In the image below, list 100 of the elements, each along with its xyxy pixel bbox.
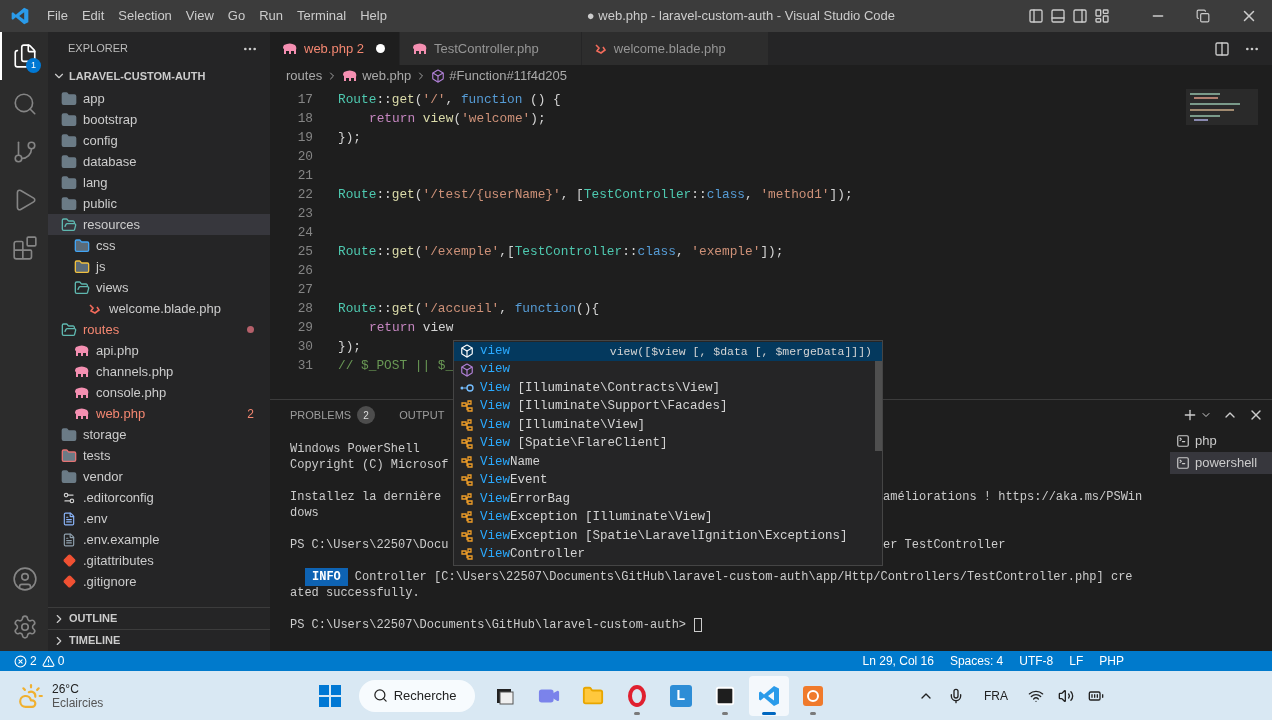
- menu-item[interactable]: View: [178, 6, 221, 26]
- tree-root[interactable]: LARAVEL-CUSTOM-AUTH: [48, 65, 270, 87]
- line-number: 20: [296, 147, 313, 166]
- tree-item[interactable]: lang: [48, 172, 270, 193]
- taskbar-search[interactable]: Recherche: [358, 679, 475, 712]
- suggestion-item[interactable]: View [Illuminate\Support\Facades]: [454, 397, 882, 416]
- windows-logo-icon[interactable]: [318, 684, 341, 707]
- menu-item[interactable]: Help: [353, 6, 394, 26]
- tree-item[interactable]: welcome.blade.php: [48, 298, 270, 319]
- menu-item[interactable]: File: [40, 6, 75, 26]
- suggestion-item[interactable]: ViewName: [454, 453, 882, 472]
- code-line: return view: [369, 318, 454, 337]
- suggestion-detail: view([$view [, $data [, $mergeData]]]): [609, 343, 872, 360]
- suggestion-item[interactable]: View [Illuminate\Contracts\View]: [454, 379, 882, 398]
- ring-icon: [625, 684, 648, 707]
- tree-item[interactable]: tests: [48, 445, 270, 466]
- app-letter: L: [669, 684, 692, 707]
- status-item[interactable]: UTF-8: [1011, 652, 1062, 670]
- suggestion-item[interactable]: ViewController: [454, 545, 882, 564]
- tree-item[interactable]: web.php 2: [48, 403, 270, 424]
- problems-status[interactable]: 2 0: [14, 652, 65, 670]
- tree-item[interactable]: console.php: [48, 382, 270, 403]
- suggestion-item[interactable]: view: [454, 360, 882, 379]
- menu-item[interactable]: Edit: [74, 6, 112, 26]
- status-item[interactable]: PHP: [1091, 652, 1132, 670]
- elephant-icon: [282, 42, 298, 55]
- menu-item[interactable]: Run: [252, 6, 290, 26]
- tree-item[interactable]: channels.php: [48, 361, 270, 382]
- count-badge: 1: [26, 58, 41, 73]
- terminal-list-item[interactable]: powershell: [1170, 452, 1272, 474]
- tree-item[interactable]: storage: [48, 424, 270, 445]
- sidebar-title: EXPLORER: [68, 41, 128, 57]
- tree-item[interactable]: bootstrap: [48, 109, 270, 130]
- diamond-icon: [62, 575, 76, 588]
- status-item[interactable]: LF: [1061, 652, 1092, 670]
- class-icon: [460, 437, 474, 451]
- panel-tab[interactable]: OUTPUT: [399, 406, 445, 424]
- status-item[interactable]: Ln 29, Col 16: [854, 652, 942, 670]
- folder-icon: [61, 111, 77, 128]
- file-icon: [62, 511, 76, 526]
- suggestion-item[interactable]: view view([$view [, $data [, $mergeData]]]): [454, 342, 882, 361]
- tree-item[interactable]: public: [48, 193, 270, 214]
- panel-right-icon[interactable]: [1072, 8, 1088, 24]
- tree-item[interactable]: .env: [48, 508, 270, 529]
- sidebar-section[interactable]: OUTLINE: [48, 607, 270, 629]
- suggestion-item[interactable]: ViewException [Illuminate\View]: [454, 508, 882, 527]
- suggestion-item[interactable]: View [Illuminate\View]: [454, 416, 882, 435]
- editor-tab[interactable]: web.php 2: [270, 32, 400, 65]
- editor-tab[interactable]: welcome.blade.php: [581, 32, 769, 65]
- taskbar-app[interactable]: L: [660, 675, 701, 716]
- menu-item[interactable]: Selection: [111, 6, 179, 26]
- suggestion-item[interactable]: ViewException [Spatie\LaravelIgnition\Exceptions]: [454, 527, 882, 546]
- suggestion-item[interactable]: ViewEvent: [454, 471, 882, 490]
- tree-item[interactable]: .editorconfig: [48, 487, 270, 508]
- tree-item[interactable]: views: [48, 277, 270, 298]
- tree-item[interactable]: css: [48, 235, 270, 256]
- tree-item[interactable]: routes: [48, 319, 270, 340]
- temperature: 26°C: [52, 681, 80, 696]
- tree-item[interactable]: api.php: [48, 340, 270, 361]
- breadcrumb[interactable]: routes: [286, 66, 323, 86]
- split-editor-icon[interactable]: [1214, 40, 1230, 57]
- plus-icon[interactable]: [1182, 407, 1198, 423]
- tree-item[interactable]: resources: [48, 214, 270, 235]
- panel-bottom-icon[interactable]: [1050, 8, 1066, 24]
- volume-icon[interactable]: [1058, 687, 1074, 704]
- class-icon: [460, 400, 474, 414]
- menu-item[interactable]: Go: [220, 6, 253, 26]
- info-badge: INFO: [305, 568, 348, 586]
- count-badge: 2: [357, 406, 376, 424]
- tree-item[interactable]: .gitattributes: [48, 550, 270, 571]
- tree-item[interactable]: .gitignore: [48, 571, 270, 592]
- terminal-line: améliorations ! https://aka.ms/PSWin: [883, 489, 1143, 506]
- terminal-list-item[interactable]: php: [1170, 430, 1272, 452]
- line-number: 28: [296, 299, 313, 318]
- code-line: Route::get('/accueil', function(){: [338, 299, 600, 318]
- cube-icon: [460, 362, 474, 377]
- tree-item[interactable]: .env.example: [48, 529, 270, 550]
- line-number: 22: [296, 185, 313, 204]
- tree-item[interactable]: database: [48, 151, 270, 172]
- editor-tab[interactable]: TestController.php: [400, 32, 582, 65]
- language-indicator[interactable]: FRA: [978, 686, 1014, 705]
- suggestion-item[interactable]: View [Spatie\FlareClient]: [454, 434, 882, 453]
- line-number: 29: [296, 318, 313, 337]
- menu-item[interactable]: Terminal: [290, 6, 354, 26]
- panel-left-icon[interactable]: [1028, 8, 1044, 24]
- microphone-icon[interactable]: [948, 687, 964, 704]
- tree-item[interactable]: app: [48, 88, 270, 109]
- line-number: 21: [296, 166, 313, 185]
- panel-tab[interactable]: PROBLEMS 2: [290, 406, 376, 424]
- breadcrumb[interactable]: web.php: [342, 66, 412, 86]
- tree-item[interactable]: vendor: [48, 466, 270, 487]
- terminal-prompt: PS C:\Users\22507\Documents\GitHub\laravel-custom-auth>: [290, 617, 687, 634]
- layout-icon[interactable]: [1094, 8, 1110, 24]
- branch-icon: [12, 139, 38, 165]
- restore-icon[interactable]: [1196, 9, 1210, 23]
- tree-item[interactable]: config: [48, 130, 270, 151]
- suggestion-item[interactable]: ViewErrorBag: [454, 490, 882, 509]
- status-item[interactable]: Spaces: 4: [941, 652, 1012, 670]
- breadcrumb[interactable]: #Function#11f4d205: [431, 66, 567, 86]
- tree-item[interactable]: js: [48, 256, 270, 277]
